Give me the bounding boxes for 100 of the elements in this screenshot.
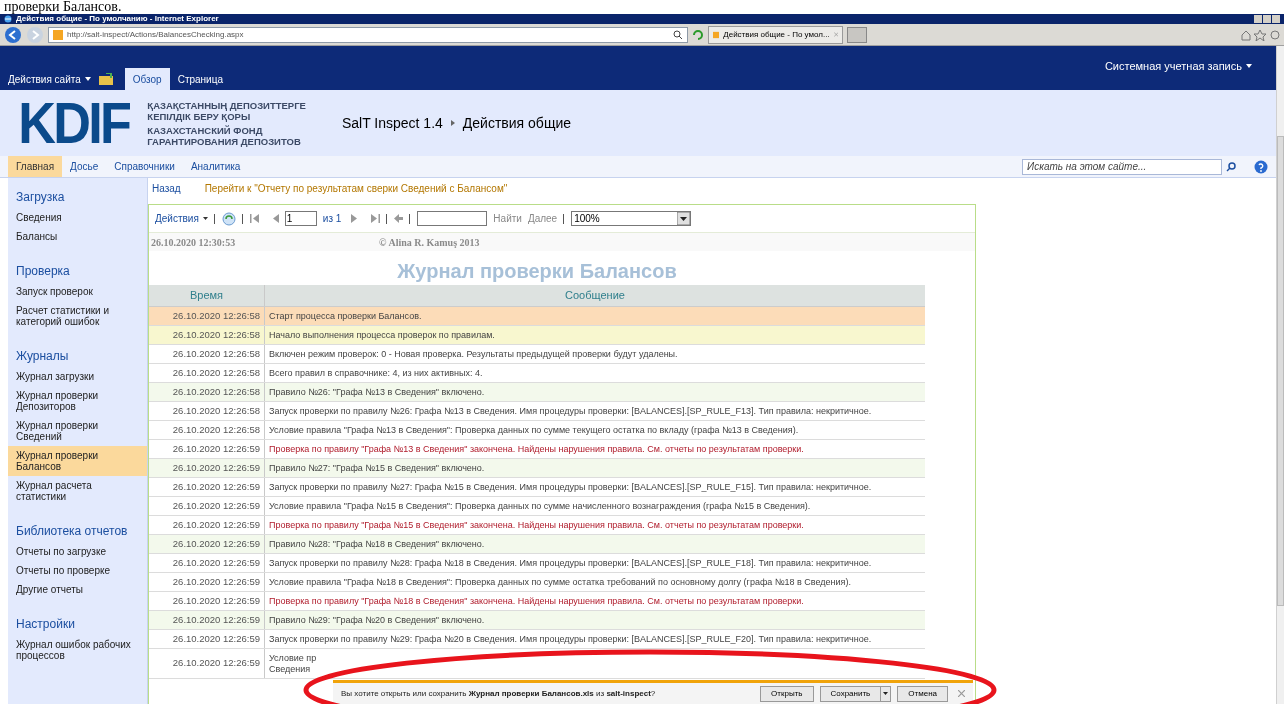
page-number-field[interactable]: 1	[284, 211, 317, 226]
sidebar-item[interactable]: Расчет статистики и категорий ошибок	[8, 301, 147, 331]
scrollbar[interactable]	[1276, 46, 1284, 704]
table-cell-text: Правило №28: "Графа №18 в Сведения" включено.	[268, 537, 486, 551]
table-cell-text: Запуск проверки по правилу №28: Графа №18 в Сведения. Имя процедуры проверки: [BALANCES].[SP_RULE_F18]. Тип правила: некритичное.	[268, 556, 873, 570]
nav-tab[interactable]: Досье	[62, 156, 107, 177]
actions-menu[interactable]: Действия	[155, 211, 208, 226]
organization-name: ГАРАНТИРОВАНИЯ ДЕПОЗИТОВ	[147, 135, 302, 147]
new-tab-button[interactable]	[847, 26, 867, 43]
refresh-icon	[221, 211, 236, 226]
nav-tab[interactable]: Аналитика	[182, 156, 249, 177]
sidebar-item[interactable]: Журнал проверки Депозиторов	[8, 386, 147, 416]
sidebar-item[interactable]: Журнал проверки Сведений	[8, 416, 147, 446]
search-field[interactable]: Искать на этом сайте...	[1022, 158, 1222, 175]
scrollbar-thumb[interactable]	[1277, 136, 1284, 606]
browser-tab[interactable]: Действия общие - По умол...	[708, 25, 843, 44]
page-icon	[713, 29, 720, 40]
table-cell: 26.10.2020 12:26:59	[149, 535, 265, 553]
last-page-icon	[371, 214, 381, 223]
close-icon	[833, 31, 838, 38]
table-cell-text: Условие пр Сведения	[268, 651, 318, 676]
table-cell-text: Старт процесса проверки Балансов.	[268, 309, 423, 323]
close-icon	[958, 690, 965, 697]
sidebar-item[interactable]: Журнал проверки Балансов	[8, 446, 147, 476]
dropdown-arrow-icon	[677, 212, 691, 225]
table-cell: 26.10.2020 12:26:59	[149, 573, 265, 591]
separator-icon	[386, 213, 389, 224]
column-header: Время	[149, 285, 265, 306]
first-page-icon	[249, 214, 259, 223]
sidebar-item[interactable]: Отчеты по загрузке	[8, 542, 147, 561]
address-field[interactable]: http://salt-inspect/Actions/BalancesChecking.aspx	[48, 26, 688, 43]
document-text: проверки Балансов.	[4, 0, 122, 14]
caret-icon	[883, 692, 889, 695]
page-title: Действия общие	[462, 113, 571, 133]
page-count: из 1	[322, 212, 342, 226]
table-cell-text: Начало выполнения процесса проверок по правилам.	[268, 328, 496, 342]
table-cell-text: Проверка по правилу "Графа №15 в Сведения" закончена. Найдены нарушения правила. См. отчеты по результатам проверки.	[268, 518, 805, 532]
chevron-icon	[450, 120, 455, 126]
table-cell: 26.10.2020 12:26:58	[149, 383, 265, 401]
sidebar-item[interactable]: Журнал расчета статистики	[8, 476, 147, 506]
table-cell: 26.10.2020 12:26:58	[149, 402, 265, 420]
breadcrumb-link[interactable]: SalT Inspect 1.4	[341, 112, 443, 134]
back-arrow-icon	[394, 214, 404, 223]
find-next-button[interactable]: Далее	[527, 211, 558, 226]
nav-tab[interactable]: Главная	[8, 156, 63, 177]
site-actions-menu[interactable]: Действия сайта	[8, 68, 91, 90]
separator-icon	[409, 213, 412, 224]
sidebar-item[interactable]: Сведения	[8, 208, 147, 227]
help-icon	[1254, 159, 1268, 174]
separator-icon	[241, 213, 244, 224]
forward-icon	[26, 25, 44, 44]
table-cell-text: Всего правил в справочнике: 4, из них активных: 4.	[268, 366, 484, 380]
sidebar-item[interactable]: Запуск проверок	[8, 282, 147, 301]
table-cell-text: Условие правила "Графа №18 в Сведения": Проверка данных по сумме остатка требований по основному долгу (графа №18 в Сведения).	[268, 575, 852, 589]
table-cell-text: Запуск проверки по правилу №27: Графа №15 в Сведения. Имя процедуры проверки: [BALANCES].[SP_RULE_F15]. Тип правила: некритичное.	[268, 480, 873, 494]
folder-icon	[98, 73, 113, 85]
window-controls-icon	[1254, 15, 1280, 23]
download-button[interactable]: Открыть	[760, 685, 814, 702]
ribbon-tab[interactable]: Обзор	[124, 68, 170, 90]
table-cell: 26.10.2020 12:26:58	[149, 326, 265, 344]
table-cell: 26.10.2020 12:26:59	[149, 478, 265, 496]
caret-icon	[202, 217, 208, 220]
table-cell-text: Проверка по правилу "Графа №13 в Сведения" закончена. Найдены нарушения правила. См. отчеты по результатам проверки.	[268, 442, 805, 456]
report-date: 26.10.2020 12:30:53	[150, 235, 237, 250]
ribbon-tab[interactable]: Страница	[169, 68, 231, 90]
table-cell: 26.10.2020 12:26:58	[149, 364, 265, 382]
report-link[interactable]: Перейти к "Отчету по результатам сверки Сведений с Балансом"	[204, 181, 508, 196]
page-icon	[53, 29, 63, 40]
sidebar-item[interactable]: Журнал ошибок рабочих процессов	[8, 635, 147, 665]
sidebar-item[interactable]: Другие отчеты	[8, 580, 147, 599]
find-button[interactable]: Найти	[493, 211, 522, 226]
back-icon	[4, 25, 22, 44]
sidebar-heading: Журналы	[15, 348, 70, 365]
zoom-dropdown[interactable]: 100%	[571, 211, 692, 226]
sidebar-item[interactable]: Журнал загрузки	[8, 367, 147, 386]
table-cell: 26.10.2020 12:26:58	[149, 421, 265, 439]
sidebar-heading: Проверка	[15, 263, 71, 280]
table-cell: 26.10.2020 12:26:59	[149, 611, 265, 629]
window-title: Действия общие - По умолчанию - Internet Explorer	[16, 14, 219, 24]
table-cell-text: Правило №29: "Графа №20 в Сведения" включено.	[268, 613, 486, 627]
sidebar-item[interactable]: Балансы	[8, 227, 147, 246]
user-menu[interactable]: Системная учетная запись	[1104, 58, 1252, 75]
back-link[interactable]: Назад	[152, 181, 181, 196]
sidebar-item[interactable]: Отчеты по проверке	[8, 561, 147, 580]
logo-text: KDIF	[18, 95, 130, 151]
table-cell: 26.10.2020 12:26:59	[149, 630, 265, 648]
table-cell: 26.10.2020 12:26:58	[149, 307, 265, 325]
table-cell-text: Условие правила "Графа №15 в Сведения": Проверка данных по сумме начисленного вознаграждения (графа №15 в Сведения).	[268, 499, 812, 513]
table-cell: 26.10.2020 12:26:59	[149, 592, 265, 610]
column-header: Сообщение	[564, 288, 626, 304]
nav-tab[interactable]: Справочники	[106, 156, 183, 177]
refresh-icon	[692, 28, 704, 41]
previous-page-icon	[272, 214, 279, 223]
separator-icon	[563, 213, 566, 224]
find-field[interactable]	[417, 211, 488, 226]
save-split-button[interactable]: Сохранить	[819, 685, 892, 702]
sidebar-heading: Настройки	[15, 616, 76, 633]
table-cell: 26.10.2020 12:26:59	[149, 554, 265, 572]
table-cell-text: Проверка по правилу "Графа №18 в Сведения" закончена. Найдены нарушения правила. См. отчеты по результатам проверки.	[268, 594, 805, 608]
download-button[interactable]: Отмена	[897, 685, 948, 702]
